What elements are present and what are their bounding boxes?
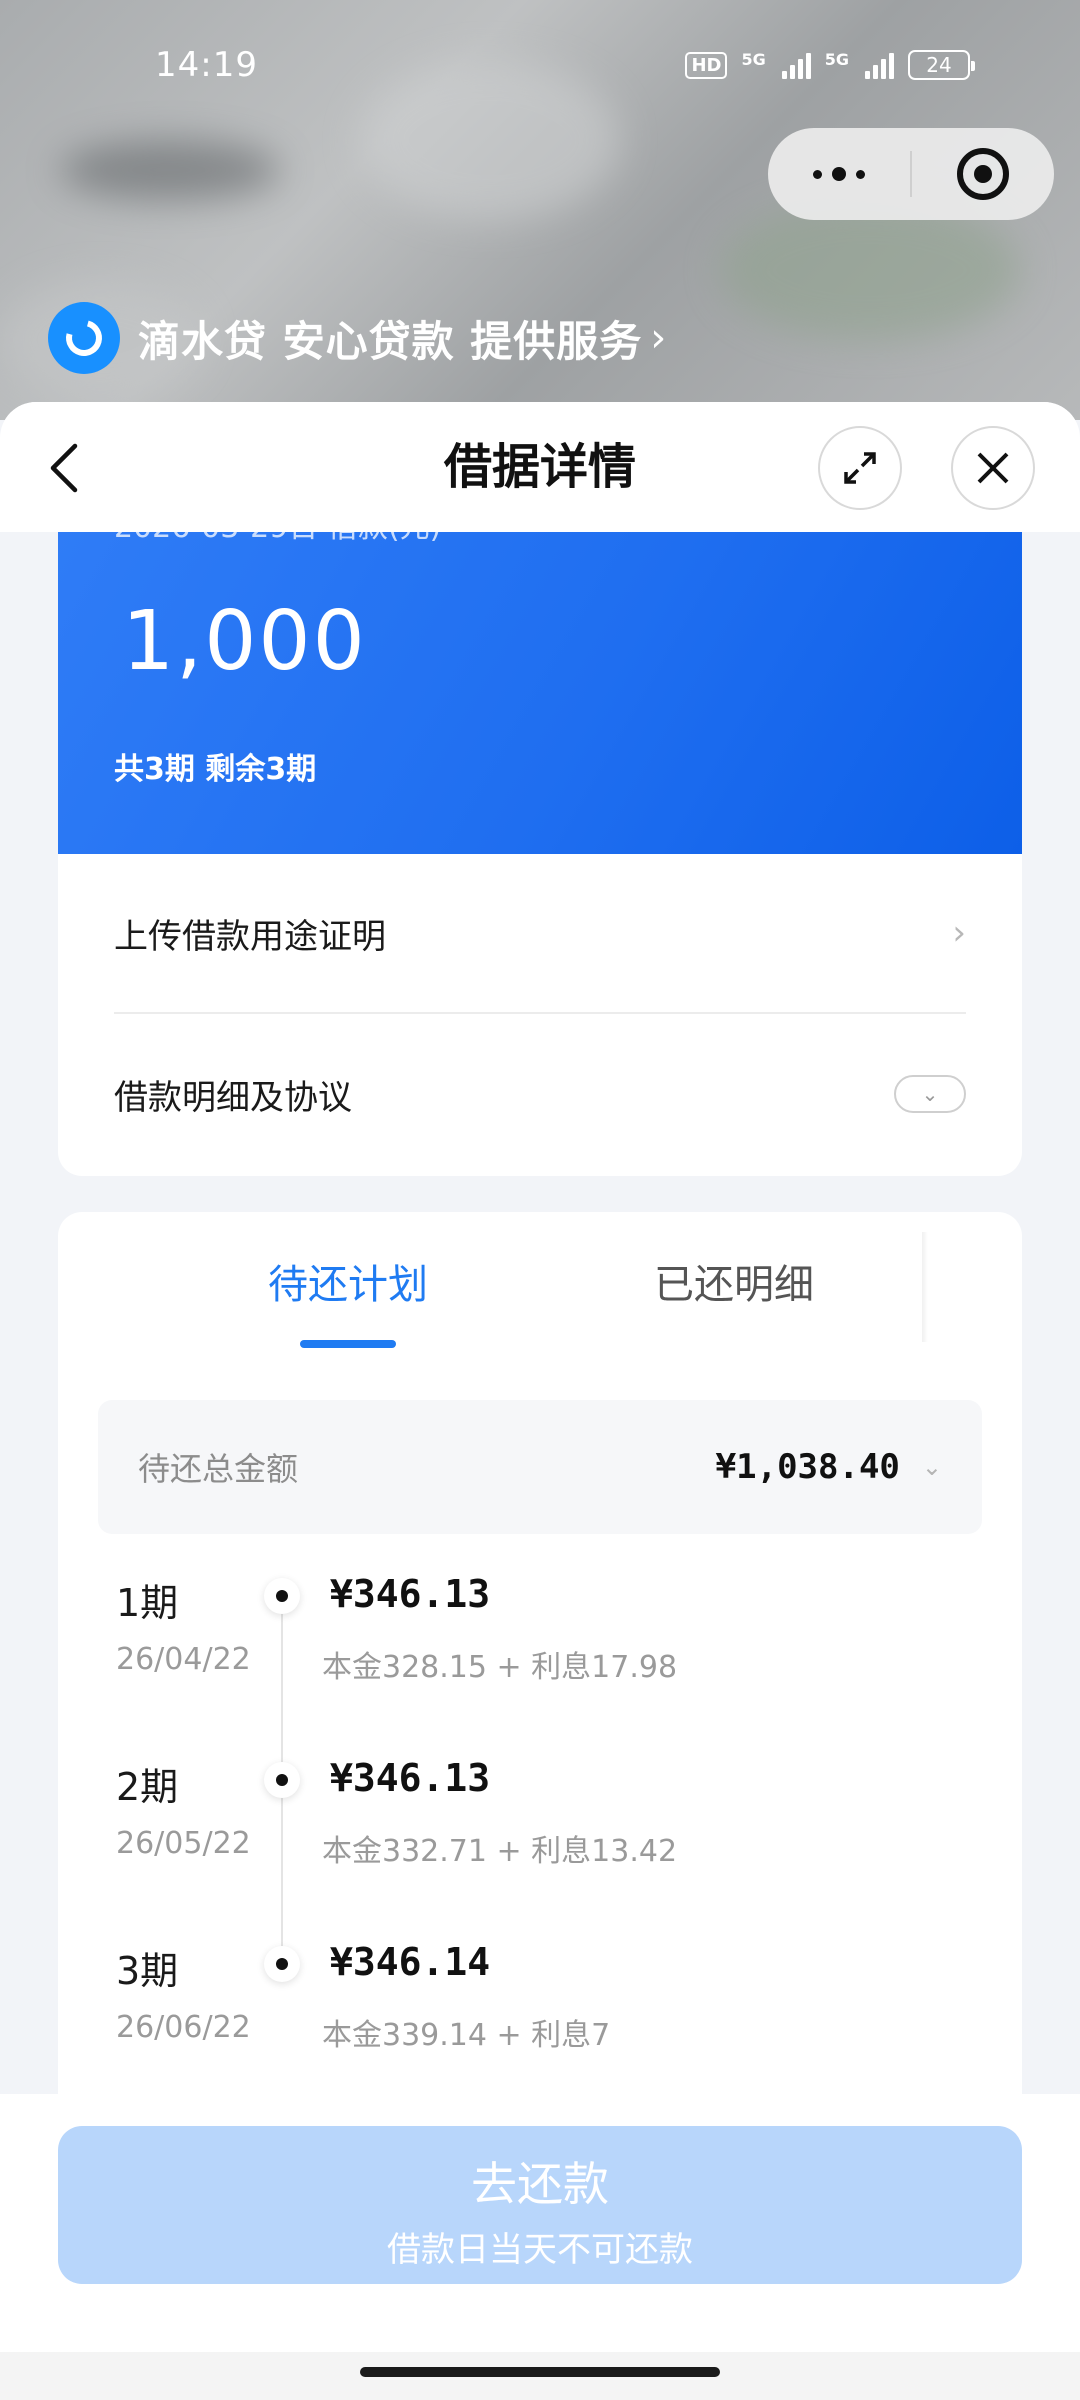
upload-proof-label: 上传借款用途证明 <box>114 916 386 957</box>
loan-links-card: 上传借款用途证明 › 借款明细及协议 ⌄ <box>58 854 1022 1176</box>
more-icon[interactable] <box>768 167 910 181</box>
signal-icon <box>781 51 811 79</box>
close-icon <box>977 452 1009 484</box>
chevron-down-icon[interactable]: ⌄ <box>894 1075 966 1113</box>
status-bar: 14:19 HD 5G 5G 24 <box>0 0 1080 130</box>
loan-terms: 共3期 剩余3期 <box>114 752 317 787</box>
loan-detail-label: 借款明细及协议 <box>114 1077 352 1118</box>
upload-proof-row[interactable]: 上传借款用途证明 › <box>114 854 966 1014</box>
nav-bar: 借据详情 <box>0 402 1080 532</box>
plan-period: 1期 <box>116 1581 179 1625</box>
chevron-right-icon: › <box>952 913 966 953</box>
tab-scroll-fade <box>922 1232 928 1342</box>
status-icons: HD 5G 5G 24 <box>685 50 975 80</box>
plan-date: 26/06/22 <box>116 2010 251 2045</box>
tab-repaid-detail[interactable]: 已还明细 <box>654 1252 814 1310</box>
close-miniprogram-button[interactable] <box>912 148 1054 200</box>
hd-icon: HD <box>685 51 728 79</box>
battery-icon: 24 <box>908 50 975 80</box>
plan-period: 3期 <box>116 1949 179 1993</box>
loan-date-label: 2026-03-29日 借款(元) <box>114 532 441 546</box>
plan-tabs: 待还计划 已还明细 <box>58 1212 1022 1362</box>
pending-total-row[interactable]: 待还总金额 ¥1,038.40 ⌄ <box>98 1400 982 1534</box>
plan-item: 1期 26/04/22 ¥346.13 本金328.15 + 利息17.98 <box>58 1572 1022 1756</box>
target-icon <box>957 148 1009 200</box>
plan-date: 26/05/22 <box>116 1826 251 1861</box>
close-button[interactable] <box>951 426 1035 510</box>
timeline-dot-icon <box>264 1762 300 1798</box>
chevron-right-icon: › <box>650 315 667 361</box>
loan-summary-card: 2026-03-29日 借款(元) 1,000 共3期 剩余3期 <box>58 532 1022 854</box>
plan-breakdown: 本金328.15 + 利息17.98 <box>322 1650 678 1685</box>
pending-total-label: 待还总金额 <box>138 1450 299 1488</box>
repay-button-title: 去还款 <box>471 2157 609 2211</box>
status-time: 14:19 <box>155 45 258 85</box>
plan-date: 26/04/22 <box>116 1642 251 1677</box>
page-title: 借据详情 <box>443 439 636 495</box>
network-label-1: 5G <box>741 50 766 69</box>
battery-level: 24 <box>926 53 952 77</box>
plan-period: 2期 <box>116 1765 179 1809</box>
miniprogram-capsule <box>768 128 1054 220</box>
expand-button[interactable] <box>818 426 902 510</box>
plan-item: 2期 26/05/22 ¥346.13 本金332.71 + 利息13.42 <box>58 1756 1022 1940</box>
plan-amount: ¥346.13 <box>330 1756 491 1800</box>
loan-amount: 1,000 <box>122 594 367 689</box>
loan-detail-sheet: 借据详情 2026-03-29日 借款(元) 1,000 共3期 剩余3期 上传… <box>0 402 1080 2400</box>
repay-button-subtitle: 借款日当天不可还款 <box>387 2230 693 2270</box>
plan-breakdown: 本金339.14 + 利息7 <box>322 2018 611 2053</box>
provider-text: 滴水贷 安心贷款 提供服务 <box>138 316 643 366</box>
service-provider-link[interactable]: 滴水贷 安心贷款 提供服务 › <box>48 300 666 376</box>
chevron-down-icon: ⌄ <box>921 1453 942 1481</box>
loan-detail-agreement-row[interactable]: 借款明细及协议 ⌄ <box>114 1014 966 1174</box>
plan-breakdown: 本金332.71 + 利息13.42 <box>322 1834 678 1869</box>
expand-icon <box>844 452 876 484</box>
signal-icon-2 <box>865 51 894 79</box>
repayment-plan-card: 待还计划 已还明细 待还总金额 ¥1,038.40 ⌄ 1期 26/04/22 … <box>58 1212 1022 2212</box>
go-repay-button[interactable]: 去还款 借款日当天不可还款 <box>58 2126 1022 2284</box>
home-indicator[interactable] <box>360 2367 720 2377</box>
pending-total-value: ¥1,038.40 <box>715 1447 900 1487</box>
didi-logo-icon <box>48 302 120 374</box>
plan-amount: ¥346.13 <box>330 1572 491 1616</box>
timeline-dot-icon <box>264 1946 300 1982</box>
plan-amount: ¥346.14 <box>330 1940 491 1984</box>
timeline-dot-icon <box>264 1578 300 1614</box>
tab-pending-plan[interactable]: 待还计划 <box>268 1252 428 1310</box>
active-tab-indicator <box>300 1340 396 1348</box>
network-label-2: 5G <box>824 50 849 69</box>
